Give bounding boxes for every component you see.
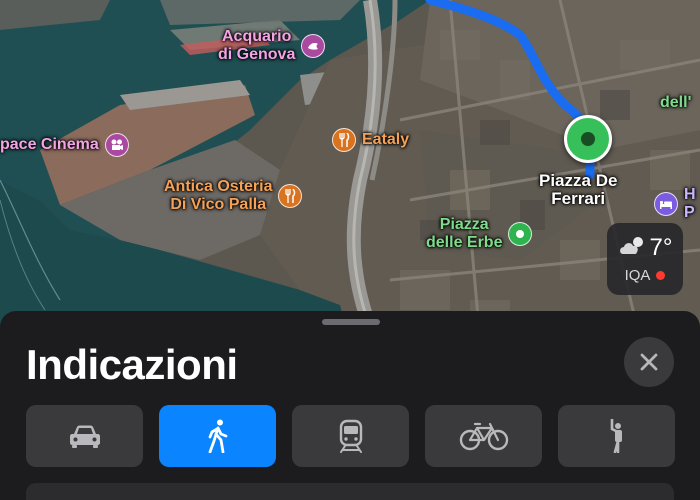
fork-knife-icon <box>332 128 356 152</box>
destination-pin[interactable] <box>564 115 612 163</box>
route-input-field[interactable] <box>26 483 674 500</box>
sheet-grabber[interactable] <box>322 319 380 325</box>
hail-icon <box>610 419 622 453</box>
bed-icon <box>654 192 678 216</box>
partly-cloudy-icon <box>618 234 648 261</box>
poi-eataly-label: Eataly <box>362 131 410 148</box>
poi-piazza-erbe-label: Piazza delle Erbe <box>426 216 503 251</box>
iqa-label: IQA <box>624 267 651 284</box>
walk-icon <box>208 419 227 453</box>
map-view[interactable]: Acquario di Genova pace Cinema Eataly An… <box>0 0 700 340</box>
fork-knife-icon <box>278 184 303 208</box>
car-icon <box>69 425 100 448</box>
mode-bike-button[interactable] <box>425 405 542 467</box>
mode-transit-button[interactable] <box>292 405 409 467</box>
poi-partial-dell[interactable]: dell' <box>660 94 691 112</box>
tree-icon <box>508 222 533 246</box>
train-icon <box>339 419 362 453</box>
mode-car-button[interactable] <box>26 405 143 467</box>
poi-antica-osteria-label: Antica Osteria Di Vico Palla <box>164 178 273 213</box>
iqa-status-dot <box>656 271 666 280</box>
weather-temperature: 7° <box>649 233 673 261</box>
poi-partial-dell-label: dell' <box>660 94 692 111</box>
poi-hotel-label: H P <box>684 186 696 221</box>
poi-space-cinema-label: pace Cinema <box>0 136 99 153</box>
sheet-title: Indicazioni <box>26 341 238 388</box>
poi-eataly[interactable]: Eataly <box>332 128 409 152</box>
poi-acquario[interactable]: Acquario di Genova <box>218 28 326 64</box>
close-button[interactable] <box>624 337 674 387</box>
transport-mode-selector <box>26 405 675 467</box>
aquarium-icon <box>301 34 326 58</box>
poi-hotel[interactable]: H P <box>654 186 696 222</box>
mode-walk-button[interactable] <box>159 405 276 467</box>
satellite-map <box>0 0 700 340</box>
destination-label-text: Piazza De Ferrari <box>539 171 618 208</box>
pin-dot <box>581 132 595 146</box>
poi-antica-osteria[interactable]: Antica Osteria Di Vico Palla <box>164 178 303 214</box>
mode-rideshare-button[interactable] <box>558 405 675 467</box>
bicycle-icon <box>459 422 508 451</box>
poi-acquario-label: Acquario di Genova <box>218 28 296 63</box>
poi-piazza-erbe[interactable]: Piazza delle Erbe <box>426 216 533 252</box>
weather-widget[interactable]: 7° IQA <box>607 223 683 295</box>
close-icon <box>640 353 658 371</box>
destination-label: Piazza De Ferrari <box>539 172 617 208</box>
poi-space-cinema[interactable]: pace Cinema <box>0 133 129 157</box>
directions-sheet: Indicazioni <box>0 311 700 500</box>
cinema-icon <box>104 133 129 157</box>
